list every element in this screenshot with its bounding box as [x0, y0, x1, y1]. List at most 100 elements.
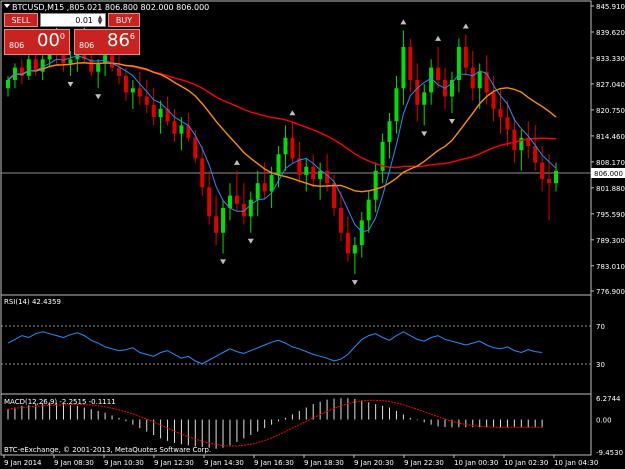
candle-body — [110, 55, 115, 68]
buy-price-big-digits: 86 — [107, 30, 130, 51]
candle-body — [6, 79, 10, 89]
candle-body — [96, 63, 101, 72]
fractal-down-marker — [421, 131, 428, 137]
candle-body — [359, 220, 364, 246]
time-tick-label: 10 Jan 00:30 — [454, 459, 498, 467]
candle-body — [484, 71, 489, 93]
sell-price-box[interactable]: 806 000 — [4, 29, 70, 55]
buy-button[interactable]: BUY — [108, 13, 140, 27]
candle-body — [436, 67, 441, 80]
price-tick-label: 833.330 — [596, 55, 625, 63]
price-tick-label: 845.910 — [596, 3, 625, 11]
candle-body — [540, 162, 545, 180]
candle-body — [193, 137, 198, 159]
candle-body — [234, 195, 239, 204]
fractal-up-marker — [435, 35, 442, 41]
candle-body — [304, 166, 309, 175]
time-tick-label: 9 Jan 22:30 — [404, 459, 444, 467]
price-tick-label: 776.900 — [596, 288, 625, 296]
time-tick-label: 9 Jan 12:30 — [154, 459, 194, 467]
fractal-down-marker — [67, 81, 74, 87]
candle-body — [221, 207, 226, 233]
candle-body — [172, 121, 177, 134]
rsi-tick-label: 70 — [596, 323, 605, 331]
chart-title: BTCUSD,M15 ,805.021 806.800 802.000 806.… — [12, 3, 209, 12]
candle-body — [498, 108, 503, 118]
lot-size-value: 0.01 — [75, 16, 93, 25]
time-tick-label: 10 Jan 04:30 — [554, 459, 598, 467]
sell-button[interactable]: SELL — [4, 13, 38, 27]
candle-body — [311, 166, 316, 180]
candle-body — [512, 129, 517, 151]
time-tick-label: 9 Jan 20:30 — [354, 459, 394, 467]
candle-body — [214, 216, 219, 233]
buy-price-small: 806 — [79, 41, 95, 50]
buy-price-box[interactable]: 806 866 — [74, 29, 140, 55]
symbol-dropdown-icon[interactable] — [4, 4, 10, 8]
macd-tick-label: 6.2744 — [596, 395, 621, 403]
fractal-markers — [53, 19, 469, 286]
candle-body — [422, 92, 427, 105]
fractal-up-marker — [289, 110, 296, 116]
rsi-line — [7, 331, 543, 365]
time-axis: 9 Jan 2014 9 Jan 08:30 9 Jan 10:30 9 Jan 12… — [3, 455, 598, 467]
rsi-label: RSI(14) 42.4359 — [4, 298, 61, 306]
price-tick-label: 820.750 — [596, 107, 625, 115]
candle-body — [318, 170, 323, 180]
fractal-down-marker — [448, 119, 455, 125]
price-tick-label: 827.040 — [596, 81, 625, 89]
fractal-up-marker — [462, 23, 469, 29]
current-price-label: 806.000 — [594, 170, 623, 178]
candle-body — [262, 183, 267, 192]
sell-price-point: 0 — [59, 32, 65, 41]
candle-body — [158, 108, 163, 118]
one-click-trading-panel: SELL 0.01 ▲ ▼ BUY 806 000 806 866 — [4, 13, 140, 55]
candle-body — [477, 71, 482, 89]
candle-body — [332, 183, 337, 208]
candle-body — [338, 207, 343, 233]
candle-body — [151, 104, 156, 118]
price-tick-label: 839.620 — [596, 29, 625, 37]
fractal-down-marker — [220, 259, 227, 265]
candle-body — [248, 199, 253, 217]
candle-body — [505, 117, 510, 130]
candle-body — [533, 146, 538, 163]
price-axis: 845.910 839.620 833.330 827.040 820.750 814.4… — [591, 3, 625, 296]
candle-body — [123, 75, 128, 93]
macd-tick-label: 0.00 — [596, 417, 612, 425]
lot-spinner[interactable]: ▲ ▼ — [96, 15, 104, 26]
chart-window[interactable]: BTCUSD,M15 ,805.021 806.800 802.000 806.… — [0, 0, 625, 469]
buy-price-point: 6 — [129, 32, 135, 41]
rsi-tick-label: 30 — [596, 361, 605, 369]
macd-axis: 6.2744 0.00 -9.4530 — [596, 395, 623, 457]
time-tick-label: 9 Jan 16:30 — [254, 459, 294, 467]
candle-body — [269, 174, 274, 192]
candle-body — [283, 137, 288, 155]
candle-body — [345, 232, 350, 254]
candle-body — [387, 121, 392, 142]
time-tick-label: 9 Jan 10:30 — [104, 459, 144, 467]
rsi-panel[interactable] — [0, 294, 592, 395]
price-tick-label: 801.880 — [596, 185, 625, 193]
lot-size-input[interactable]: 0.01 ▲ ▼ — [40, 13, 106, 27]
candle-body — [394, 88, 399, 122]
copyright-text: BTC-eExchange, © 2001-2013, MetaQuotes S… — [4, 446, 211, 454]
candle-body — [255, 183, 260, 200]
price-tick-label: 783.010 — [596, 263, 625, 271]
time-tick-label: 9 Jan 14:30 — [204, 459, 244, 467]
candle-body — [179, 125, 184, 134]
time-tick-label: 9 Jan 2014 — [4, 459, 42, 467]
candle-body — [290, 137, 295, 159]
candle-body — [130, 88, 135, 93]
time-tick-label: 10 Jan 02:30 — [504, 459, 548, 467]
candle-body — [116, 67, 121, 76]
candle-body — [26, 59, 31, 76]
fractal-down-marker — [95, 94, 102, 100]
candle-body — [68, 59, 73, 64]
time-tick-label: 9 Jan 08:30 — [54, 459, 94, 467]
fractal-down-marker — [247, 238, 254, 244]
fractal-down-marker — [351, 280, 358, 286]
price-tick-label: 789.300 — [596, 237, 625, 245]
candle-body — [491, 92, 496, 109]
candle-body — [144, 96, 149, 105]
